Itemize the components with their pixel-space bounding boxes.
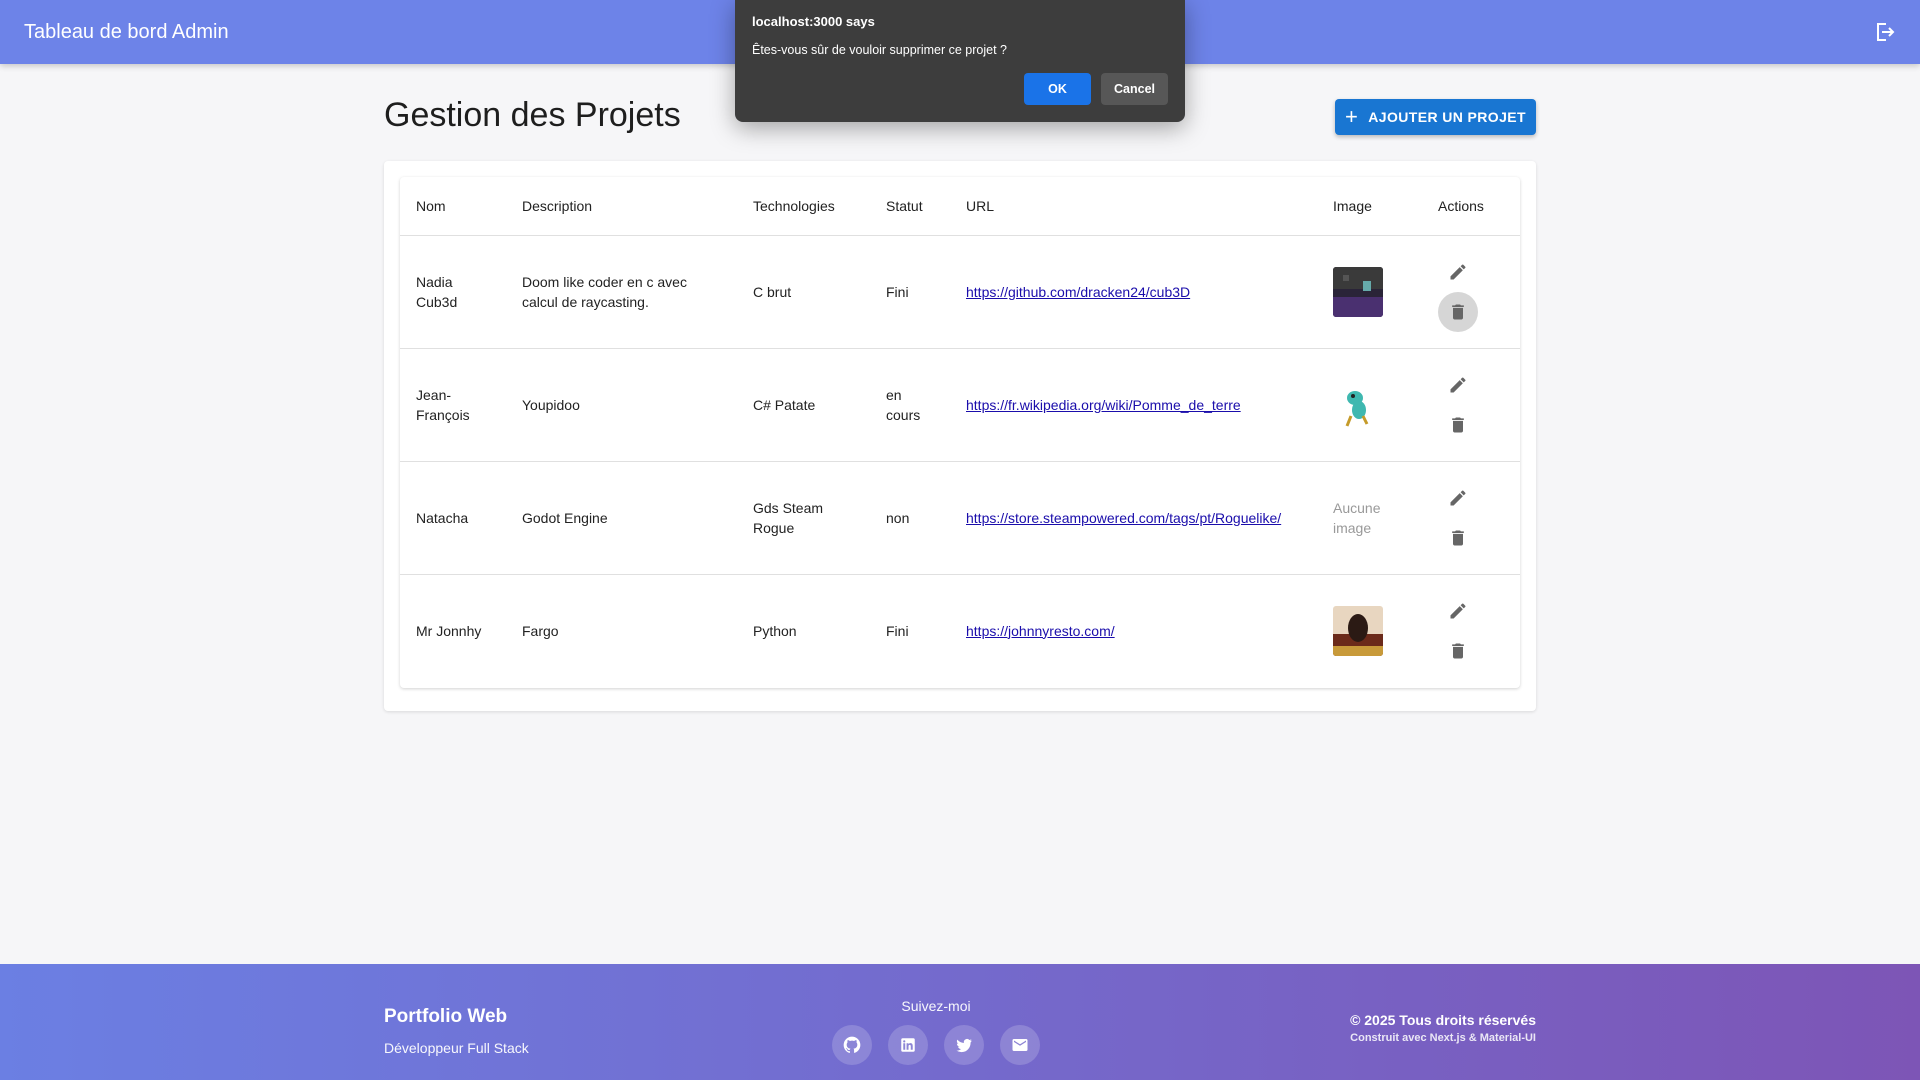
cell-status: non: [870, 461, 950, 575]
project-thumbnail: [1333, 379, 1383, 430]
cell-actions: [1422, 235, 1520, 349]
trash-icon: [1452, 643, 1464, 659]
project-link[interactable]: https://fr.wikipedia.org/wiki/Pomme_de_t…: [966, 397, 1241, 413]
delete-button[interactable]: [1438, 405, 1478, 445]
delete-button[interactable]: [1438, 631, 1478, 671]
cell-description: Godot Engine: [506, 461, 737, 575]
cell-url: https://store.steampowered.com/tags/pt/R…: [950, 461, 1317, 575]
trash-icon: [1452, 304, 1464, 319]
email-icon: [1012, 1039, 1028, 1051]
cell-actions: [1422, 574, 1520, 687]
edit-button[interactable]: [1438, 591, 1478, 631]
add-project-label: AJOUTER UN PROJET: [1368, 109, 1526, 125]
cell-technologies: C brut: [737, 235, 870, 349]
dialog-cancel-button[interactable]: Cancel: [1101, 73, 1168, 105]
cell-name: Nadia Cub3d: [400, 235, 506, 349]
dialog-message: Êtes-vous sûr de vouloir supprimer ce pr…: [752, 43, 1007, 57]
built-with-text: Construit avec Next.js & Material-UI: [1350, 1032, 1536, 1044]
cell-status: en cours: [870, 348, 950, 462]
pencil-icon: [1450, 376, 1466, 392]
cell-name: Jean-François: [400, 348, 506, 462]
email-link[interactable]: [1000, 1025, 1040, 1065]
linkedin-link[interactable]: [888, 1025, 928, 1065]
social-links: [832, 1025, 1040, 1065]
edit-button[interactable]: [1438, 252, 1478, 292]
edit-button[interactable]: [1438, 478, 1478, 518]
table-row: Mr Jonnhy Fargo Python Fini https://john…: [400, 574, 1520, 687]
cell-description: Fargo: [522, 622, 559, 639]
table-row: Nadia Cub3d Doom like coder en c avec ca…: [400, 235, 1520, 349]
cell-url: https://johnnyresto.com/: [950, 574, 1317, 687]
twitter-icon: [956, 1039, 972, 1053]
linkedin-icon: [901, 1038, 915, 1052]
projects-table-container: Nom Description Technologies Statut URL …: [400, 177, 1520, 688]
logout-icon: [1877, 23, 1895, 41]
cell-image: [1317, 574, 1422, 687]
table-row: Jean-François Youpidoo C# Patate en cour…: [400, 348, 1520, 462]
no-image-text: Aucune image: [1333, 499, 1381, 536]
project-thumbnail: [1333, 266, 1383, 317]
col-header-name: Nom: [400, 177, 506, 236]
row-actions: [1438, 365, 1478, 445]
project-link[interactable]: https://github.com/dracken24/cub3D: [966, 284, 1190, 300]
footer-subtitle: Développeur Full Stack: [384, 1040, 529, 1056]
cell-status: Fini: [870, 235, 950, 349]
col-header-technologies: Technologies: [737, 177, 870, 236]
col-header-description: Description: [506, 177, 737, 236]
page-title: Gestion des Projets: [384, 96, 681, 134]
projects-card: Nom Description Technologies Statut URL …: [384, 161, 1536, 711]
plus-icon: +: [1345, 104, 1359, 129]
cell-name: Mr Jonnhy: [416, 622, 482, 639]
twitter-link[interactable]: [944, 1025, 984, 1065]
col-header-url: URL: [950, 177, 1317, 236]
row-actions: [1438, 252, 1478, 332]
github-icon: [843, 1036, 861, 1053]
logout-button[interactable]: [1868, 16, 1900, 48]
delete-button[interactable]: [1438, 291, 1478, 332]
add-project-button[interactable]: + AJOUTER UN PROJET: [1335, 99, 1536, 135]
project-thumbnail: [1333, 605, 1383, 656]
trash-icon: [1452, 530, 1464, 545]
col-header-actions: Actions: [1422, 177, 1520, 236]
footer: Portfolio Web Développeur Full Stack Sui…: [0, 964, 1920, 1080]
github-link[interactable]: [832, 1025, 872, 1065]
row-actions: [1438, 478, 1478, 558]
col-header-status: Statut: [870, 177, 950, 236]
cell-technologies: Python: [753, 622, 797, 639]
dialog-origin: localhost:3000 says: [752, 14, 875, 29]
cell-technologies: C# Patate: [737, 348, 870, 462]
app-title: Tableau de bord Admin: [24, 20, 229, 43]
project-link[interactable]: https://johnnyresto.com/: [966, 623, 1115, 639]
follow-label: Suivez-moi: [901, 998, 971, 1014]
table-row: Natacha Godot Engine Gds Steam Rogue non…: [400, 461, 1520, 575]
cell-status: Fini: [886, 622, 909, 639]
cell-url: https://fr.wikipedia.org/wiki/Pomme_de_t…: [950, 348, 1317, 462]
delete-button[interactable]: [1438, 518, 1478, 558]
table-header-row: Nom Description Technologies Statut URL …: [400, 177, 1520, 236]
cell-actions: [1422, 348, 1520, 462]
pencil-icon: [1450, 603, 1466, 619]
cell-image: Aucune image: [1317, 461, 1422, 575]
trash-icon: [1452, 417, 1464, 432]
projects-table: Nom Description Technologies Statut URL …: [400, 177, 1520, 687]
project-link[interactable]: https://store.steampowered.com/tags/pt/R…: [966, 510, 1281, 526]
cell-name: Natacha: [400, 461, 506, 575]
cell-actions: [1422, 461, 1520, 575]
cell-technologies: Gds Steam Rogue: [737, 461, 870, 575]
cell-image: [1317, 235, 1422, 349]
copyright-text: © 2025 Tous droits réservés: [1350, 1012, 1536, 1028]
edit-button[interactable]: [1438, 365, 1478, 405]
dialog-ok-button[interactable]: OK: [1024, 73, 1091, 105]
pencil-icon: [1450, 263, 1466, 279]
col-header-image: Image: [1317, 177, 1422, 236]
cell-description: Doom like coder en c avec calcul de rayc…: [506, 235, 737, 349]
cell-description: Youpidoo: [506, 348, 737, 462]
cell-url: https://github.com/dracken24/cub3D: [950, 235, 1317, 349]
cell-image: [1317, 348, 1422, 462]
row-actions: [1438, 591, 1478, 671]
footer-brand: Portfolio Web: [384, 1006, 508, 1027]
pencil-icon: [1450, 489, 1466, 505]
confirm-dialog: localhost:3000 says Êtes-vous sûr de vou…: [735, 0, 1185, 122]
